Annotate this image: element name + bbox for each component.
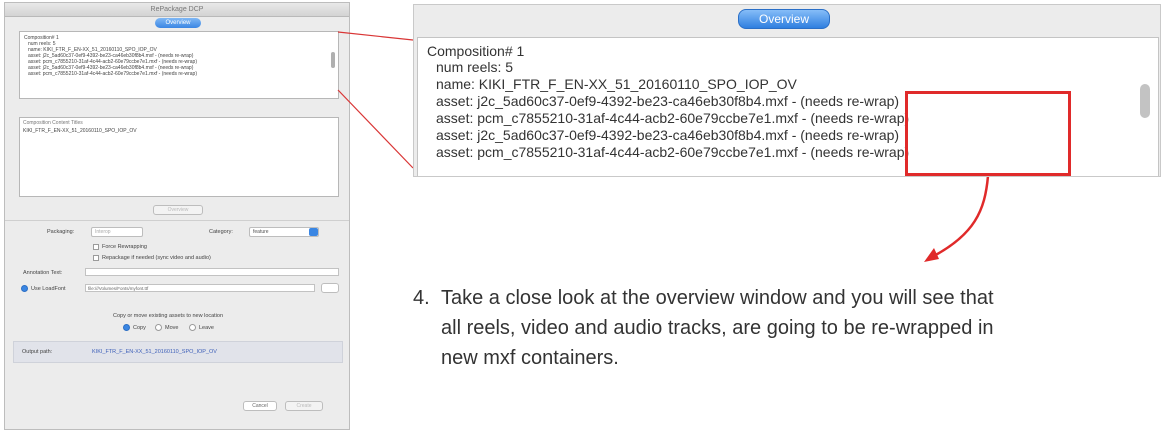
arrow-head [924,248,939,262]
num-reels-line: num reels: 5 [436,59,514,75]
arrow-curve [929,175,990,260]
step-instruction: 4. Take a close look at the overview wind… [413,283,1153,373]
step-number: 4. [413,287,430,309]
asset-line: asset: j2c_5ad60c37-0ef9-4392-be23-ca46e… [436,93,900,109]
overview-button[interactable]: Overview [738,9,830,29]
step-line-2: all reels, video and audio tracks, are g… [441,317,994,339]
step-line-1: Take a close look at the overview window… [441,287,994,309]
composition-line: Composition# 1 [427,43,525,59]
needs-rewrap-highlight [905,91,1071,176]
zoom-scrollbar[interactable] [1140,84,1150,118]
step-line-3: new mxf containers. [441,347,619,369]
asset-line: asset: pcm_c7855210-31af-4c44-acb2-60e79… [436,110,910,126]
connector-line-bottom [337,89,414,169]
connector-line-top [337,31,414,41]
name-line: name: KIKI_FTR_F_EN-XX_51_20160110_SPO_I… [436,76,797,92]
asset-line: asset: pcm_c7855210-31af-4c44-acb2-60e79… [436,144,910,160]
asset-line: asset: j2c_5ad60c37-0ef9-4392-be23-ca46e… [436,127,900,143]
